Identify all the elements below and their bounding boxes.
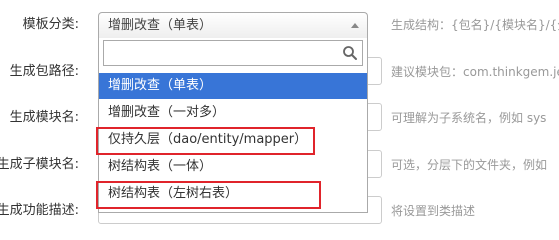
- function-description-help: 将设置到类描述: [391, 204, 476, 218]
- option-tree-left-right[interactable]: 树结构表（左树右表）: [99, 181, 367, 207]
- search-icon: [343, 46, 357, 60]
- option-persistence-only[interactable]: 仅持久层（dao/entity/mapper）: [99, 127, 367, 153]
- option-single-table[interactable]: 增删改查（单表）: [99, 73, 367, 99]
- package-path-help: 建议模块包：com.thinkgem.je: [391, 65, 559, 79]
- template-category-label: 模板分类:: [22, 17, 79, 32]
- dropdown-search-input[interactable]: [103, 40, 363, 66]
- sub-module-name-label: 生成子模块名:: [0, 157, 79, 172]
- select-dropdown: 增删改查（单表） 增删改查（一对多） 仅持久层（dao/entity/mappe…: [98, 38, 368, 213]
- template-category-select[interactable]: 增删改查（单表）: [98, 12, 368, 38]
- sub-module-name-help: 可选，分层下的文件夹，例如: [391, 158, 548, 172]
- option-tree-integrated[interactable]: 树结构表（一体）: [99, 154, 367, 180]
- select-current-value: 增删改查（单表）: [108, 18, 213, 33]
- option-one-to-many[interactable]: 增删改查（一对多）: [99, 100, 367, 126]
- module-name-label: 生成模块名:: [9, 110, 79, 125]
- module-name-help: 可理解为子系统名，例如 sys: [391, 111, 547, 125]
- template-category-help: 生成结构：{包名}/{模块名}/{分层: [391, 18, 559, 32]
- chevron-up-icon: [351, 23, 359, 28]
- package-path-label: 生成包路径:: [9, 64, 79, 79]
- function-description-label: 生成功能描述:: [0, 203, 79, 218]
